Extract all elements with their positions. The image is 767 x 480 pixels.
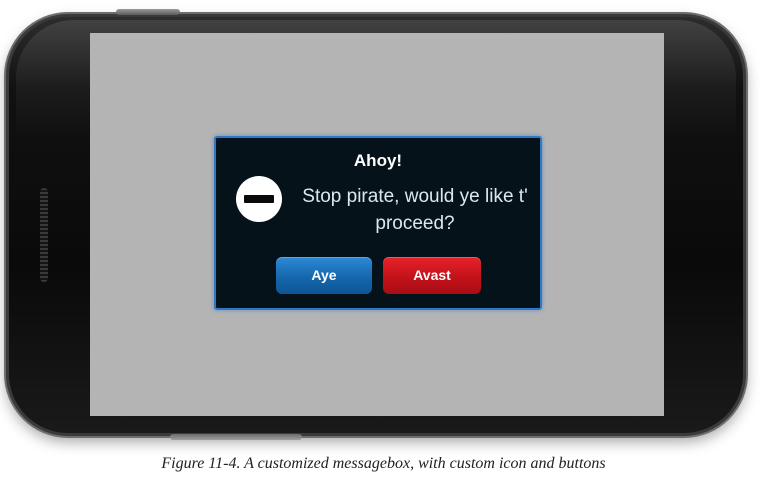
dialog-message: Stop pirate, would ye like t' proceed? — [302, 186, 528, 234]
messagebox-dialog: Ahoy! Stop pirate, would ye like t' proc… — [214, 136, 542, 310]
avast-button[interactable]: Avast — [383, 257, 481, 294]
aye-button[interactable]: Aye — [276, 257, 372, 294]
dialog-title: Ahoy! — [353, 151, 403, 170]
phone-speaker-grille — [40, 188, 48, 282]
phone-side-button-bottom — [170, 434, 302, 440]
minus-bar — [244, 195, 274, 203]
figure-caption: Figure 11-4. A customized messagebox, wi… — [161, 455, 606, 472]
minus-circle-icon — [236, 176, 282, 222]
phone-side-button-top — [116, 9, 180, 15]
